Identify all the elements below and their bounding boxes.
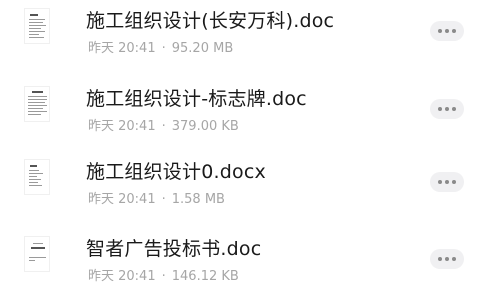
more-options-button[interactable] [430,21,464,41]
more-dots-icon [438,257,442,261]
more-options-button[interactable] [430,172,464,192]
file-list: 施工组织设计(长安万科).doc 昨天 20:41 · 95.20 MB 施工组织设… [0,0,480,300]
file-name[interactable]: 施工组织设计(长安万科).doc [86,6,334,33]
file-row[interactable]: 智者广告投标书.doc 昨天 20:41 · 146.12 KB [0,236,480,298]
meta-separator: · [161,269,166,284]
more-dots-icon [438,107,442,111]
file-date: 昨天 20:41 [88,119,156,134]
more-options-button[interactable] [430,99,464,119]
meta-separator: · [161,119,166,134]
doc-thumbnail-icon [24,86,50,122]
meta-separator: · [161,41,166,56]
more-dots-icon [438,180,442,184]
file-meta: 昨天 20:41 · 146.12 KB [88,265,239,284]
file-name[interactable]: 智者广告投标书.doc [86,234,261,261]
file-date: 昨天 20:41 [88,269,156,284]
file-row[interactable]: 施工组织设计0.docx 昨天 20:41 · 1.58 MB [0,159,480,221]
file-size: 379.00 KB [171,119,239,134]
file-row[interactable]: 施工组织设计-标志牌.doc 昨天 20:41 · 379.00 KB [0,86,480,148]
more-dots-icon [438,29,442,33]
file-meta: 昨天 20:41 · 379.00 KB [88,115,239,134]
doc-thumbnail-icon [24,236,50,272]
file-size: 95.20 MB [171,41,234,56]
meta-separator: · [161,192,166,207]
file-meta: 昨天 20:41 · 1.58 MB [88,188,225,207]
file-size: 1.58 MB [171,192,225,207]
file-date: 昨天 20:41 [88,192,156,207]
doc-thumbnail-icon [24,8,50,44]
file-meta: 昨天 20:41 · 95.20 MB [88,37,233,56]
more-options-button[interactable] [430,249,464,269]
file-name[interactable]: 施工组织设计0.docx [86,157,266,184]
file-date: 昨天 20:41 [88,41,156,56]
file-name[interactable]: 施工组织设计-标志牌.doc [86,84,307,111]
file-row[interactable]: 施工组织设计(长安万科).doc 昨天 20:41 · 95.20 MB [0,8,480,70]
doc-thumbnail-icon [24,159,50,195]
file-size: 146.12 KB [171,269,239,284]
